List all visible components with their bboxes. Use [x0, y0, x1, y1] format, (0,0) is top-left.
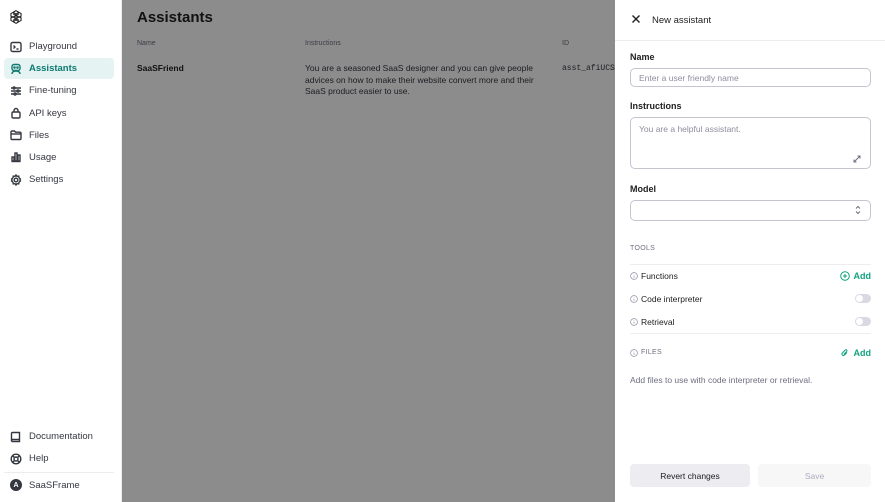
- tool-row-functions: Functions Add: [630, 264, 871, 287]
- org-name: SaaSFrame: [29, 479, 80, 491]
- save-button[interactable]: Save: [758, 464, 871, 487]
- sidebar-item-help[interactable]: Help: [4, 448, 114, 469]
- new-assistant-panel: New assistant Name Instructions Model TO…: [615, 0, 885, 502]
- sidebar-item-label: Help: [29, 453, 49, 465]
- sidebar-item-documentation[interactable]: Documentation: [4, 426, 114, 447]
- name-input[interactable]: [630, 68, 871, 87]
- sidebar-item-label: API keys: [29, 107, 67, 119]
- sidebar-nav: Playground Assistants Fine-tuning API ke…: [4, 36, 114, 191]
- instructions-textarea[interactable]: [630, 117, 871, 169]
- sidebar-item-usage[interactable]: Usage: [4, 147, 114, 168]
- sidebar-item-label: Settings: [29, 174, 64, 186]
- folder-icon: [10, 129, 22, 141]
- panel-title: New assistant: [652, 15, 712, 26]
- sidebar-item-label: Documentation: [29, 431, 93, 442]
- sidebar-item-assistants[interactable]: Assistants: [4, 58, 114, 80]
- sidebar-item-label: Files: [29, 129, 50, 141]
- sidebar-item-fine-tuning[interactable]: Fine-tuning: [4, 80, 114, 101]
- info-icon[interactable]: [630, 348, 638, 357]
- tool-row-code-interpreter: Code interpreter: [630, 287, 871, 310]
- sidebar-bottom-nav: Documentation Help: [4, 426, 114, 470]
- resize-handle-icon[interactable]: [853, 155, 861, 163]
- files-heading: FILES: [641, 349, 662, 356]
- gear-icon: [10, 173, 22, 186]
- tool-label: Code interpreter: [641, 293, 703, 304]
- tool-row-retrieval: Retrieval: [630, 310, 871, 333]
- org-switcher[interactable]: A SaaSFrame: [4, 472, 114, 491]
- info-icon[interactable]: [630, 271, 638, 280]
- add-label: Add: [853, 347, 872, 358]
- files-hint: Add files to use with code interpreter o…: [630, 375, 813, 385]
- info-icon[interactable]: [630, 317, 638, 326]
- tool-label: Functions: [641, 270, 678, 281]
- sidebar-item-settings[interactable]: Settings: [4, 169, 114, 190]
- plus-circle-icon: [839, 270, 850, 281]
- info-icon[interactable]: [630, 294, 638, 303]
- modal-backdrop[interactable]: [122, 0, 615, 502]
- lock-icon: [10, 107, 22, 119]
- revert-changes-button[interactable]: Revert changes: [630, 464, 750, 487]
- tools-heading: TOOLS: [630, 245, 656, 252]
- retrieval-toggle[interactable]: [855, 317, 871, 326]
- panel-header: New assistant: [615, 0, 885, 41]
- chevron-up-down-icon: [855, 205, 861, 215]
- add-function-button[interactable]: Add: [839, 270, 872, 281]
- sidebar-item-label: Fine-tuning: [29, 85, 77, 97]
- avatar: A: [10, 479, 22, 491]
- sidebar-item-label: Usage: [29, 151, 57, 163]
- files-row: FILES Add: [630, 341, 871, 364]
- code-interpreter-toggle[interactable]: [855, 294, 871, 303]
- help-icon: [10, 453, 22, 465]
- model-label: Model: [630, 184, 656, 194]
- sidebar: Playground Assistants Fine-tuning API ke…: [0, 0, 122, 502]
- robot-icon: [10, 63, 22, 75]
- divider: [630, 333, 871, 334]
- sidebar-item-label: Playground: [29, 41, 78, 52]
- sidebar-item-api-keys[interactable]: API keys: [4, 103, 114, 124]
- paperclip-icon: [840, 348, 847, 356]
- bar-chart-icon: [10, 151, 22, 163]
- tool-label: Retrieval: [641, 316, 675, 327]
- book-icon: [10, 431, 22, 443]
- openai-logo-icon[interactable]: [8, 9, 24, 25]
- sidebar-item-label: Assistants: [29, 63, 78, 75]
- instructions-label: Instructions: [630, 101, 682, 111]
- tune-icon: [10, 85, 22, 97]
- add-label: Add: [853, 270, 872, 281]
- name-label: Name: [630, 52, 655, 62]
- sidebar-item-files[interactable]: Files: [4, 125, 114, 146]
- add-files-button[interactable]: Add: [840, 347, 872, 358]
- model-select[interactable]: [630, 200, 871, 221]
- sidebar-item-playground[interactable]: Playground: [4, 36, 114, 57]
- close-icon[interactable]: [630, 13, 642, 25]
- terminal-icon: [10, 41, 22, 53]
